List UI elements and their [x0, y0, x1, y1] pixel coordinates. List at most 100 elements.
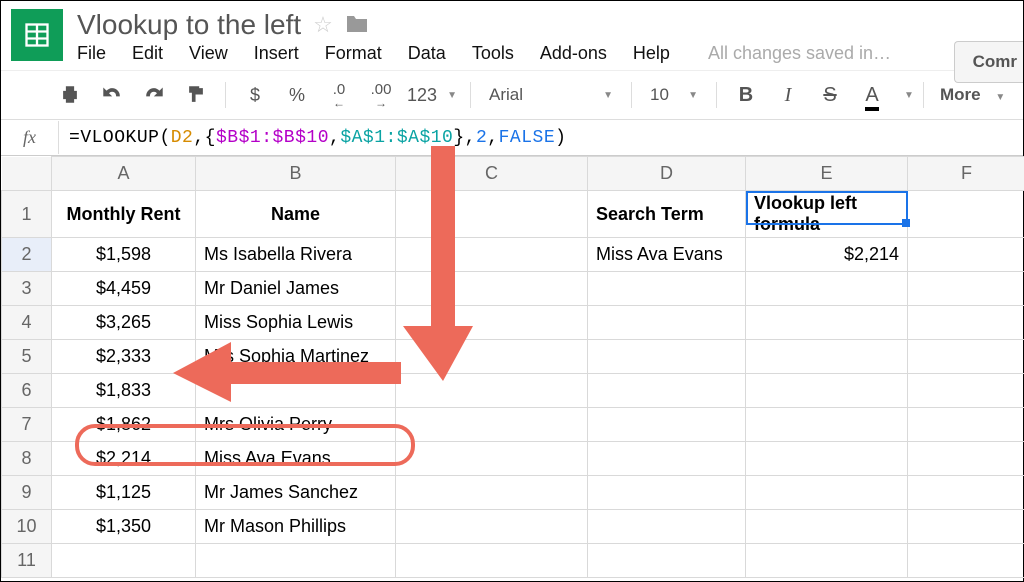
cell[interactable] — [746, 374, 908, 408]
row-header[interactable]: 7 — [2, 408, 52, 442]
cell[interactable]: Name — [196, 191, 396, 238]
menu-tools[interactable]: Tools — [472, 43, 514, 64]
menu-file[interactable]: File — [77, 43, 106, 64]
menu-data[interactable]: Data — [408, 43, 446, 64]
cell[interactable]: $2,333 — [52, 340, 196, 374]
row-header[interactable]: 2 — [2, 238, 52, 272]
menu-addons[interactable]: Add-ons — [540, 43, 607, 64]
cell[interactable] — [746, 272, 908, 306]
more-button[interactable]: More ▼ — [940, 85, 1005, 105]
increase-decimal-button[interactable]: .00→ — [362, 77, 400, 113]
cell[interactable] — [396, 272, 588, 306]
star-icon[interactable]: ☆ — [313, 12, 333, 38]
cell[interactable] — [908, 544, 1024, 578]
cell[interactable] — [908, 340, 1024, 374]
cell[interactable] — [746, 476, 908, 510]
col-header-d[interactable]: D — [588, 157, 746, 191]
cell[interactable] — [746, 306, 908, 340]
cell[interactable] — [746, 544, 908, 578]
cell[interactable] — [908, 408, 1024, 442]
menu-view[interactable]: View — [189, 43, 228, 64]
font-size-select[interactable]: 10▼ — [642, 85, 706, 105]
cell[interactable]: $1,833 — [52, 374, 196, 408]
cell[interactable]: $2,214 — [52, 442, 196, 476]
doc-title[interactable]: Vlookup to the left — [77, 9, 301, 41]
cell[interactable]: $2,214 — [746, 238, 908, 272]
strikethrough-button[interactable]: S — [811, 77, 849, 113]
paint-format-icon[interactable] — [177, 77, 215, 113]
cell[interactable]: $1,125 — [52, 476, 196, 510]
select-all-corner[interactable] — [2, 157, 52, 191]
cell[interactable] — [588, 374, 746, 408]
cell[interactable]: Miss Ava Evans — [196, 442, 396, 476]
cell[interactable] — [908, 306, 1024, 340]
row-header[interactable]: 5 — [2, 340, 52, 374]
cell[interactable] — [196, 374, 396, 408]
col-header-b[interactable]: B — [196, 157, 396, 191]
cell[interactable] — [396, 442, 588, 476]
cell[interactable] — [908, 510, 1024, 544]
row-header[interactable]: 4 — [2, 306, 52, 340]
cell[interactable] — [746, 340, 908, 374]
menu-edit[interactable]: Edit — [132, 43, 163, 64]
col-header-a[interactable]: A — [52, 157, 196, 191]
cell[interactable] — [908, 442, 1024, 476]
spreadsheet-grid[interactable]: A B C D E F 1 Monthly Rent Name Search T… — [1, 156, 1023, 578]
cell[interactable]: Search Term — [588, 191, 746, 238]
cell[interactable] — [588, 408, 746, 442]
print-icon[interactable] — [51, 77, 89, 113]
col-header-c[interactable]: C — [396, 157, 588, 191]
cell[interactable]: Mr James Sanchez — [196, 476, 396, 510]
cell[interactable]: $3,265 — [52, 306, 196, 340]
row-header[interactable]: 9 — [2, 476, 52, 510]
cell[interactable]: Mrs Sophia Martinez — [196, 340, 396, 374]
number-format-button[interactable]: 123▼ — [404, 77, 460, 113]
cell[interactable] — [746, 442, 908, 476]
cell[interactable]: Mrs Olivia Perry — [196, 408, 396, 442]
percent-button[interactable]: % — [278, 77, 316, 113]
cell[interactable] — [196, 544, 396, 578]
cell[interactable] — [396, 191, 588, 238]
cell[interactable]: Mr Daniel James — [196, 272, 396, 306]
cell[interactable] — [588, 476, 746, 510]
cell[interactable]: Vlookup left formula — [746, 191, 908, 238]
cell[interactable] — [908, 476, 1024, 510]
cell[interactable] — [908, 272, 1024, 306]
folder-icon[interactable] — [345, 9, 369, 41]
cell[interactable] — [52, 544, 196, 578]
cell[interactable] — [396, 306, 588, 340]
cell[interactable]: $4,459 — [52, 272, 196, 306]
bold-button[interactable]: B — [727, 77, 765, 113]
row-header[interactable]: 11 — [2, 544, 52, 578]
cell[interactable]: Ms Isabella Rivera — [196, 238, 396, 272]
menu-insert[interactable]: Insert — [254, 43, 299, 64]
cell[interactable] — [588, 306, 746, 340]
decrease-decimal-button[interactable]: .0← — [320, 77, 358, 113]
row-header[interactable]: 1 — [2, 191, 52, 238]
formula-input[interactable]: =VLOOKUP(D2,{$B$1:$B$10,$A$1:$A$10},2,FA… — [59, 124, 576, 152]
cell[interactable] — [588, 272, 746, 306]
cell[interactable]: Mr Mason Phillips — [196, 510, 396, 544]
cell[interactable] — [396, 238, 588, 272]
row-header[interactable]: 6 — [2, 374, 52, 408]
cell[interactable]: $1,862 — [52, 408, 196, 442]
text-color-button[interactable]: A — [853, 77, 891, 113]
cell[interactable] — [908, 238, 1024, 272]
cell[interactable] — [396, 374, 588, 408]
cell[interactable] — [588, 510, 746, 544]
cell[interactable] — [908, 191, 1024, 238]
cell[interactable] — [588, 544, 746, 578]
cell[interactable] — [396, 510, 588, 544]
redo-icon[interactable] — [135, 77, 173, 113]
menu-help[interactable]: Help — [633, 43, 670, 64]
comments-button[interactable]: Comr — [954, 41, 1023, 83]
cell[interactable] — [746, 408, 908, 442]
cell[interactable] — [588, 340, 746, 374]
cell[interactable]: Miss Ava Evans — [588, 238, 746, 272]
cell[interactable] — [396, 476, 588, 510]
sheets-logo[interactable] — [11, 9, 63, 61]
row-header[interactable]: 10 — [2, 510, 52, 544]
cell[interactable] — [588, 442, 746, 476]
cell[interactable] — [396, 544, 588, 578]
cell[interactable]: $1,598 — [52, 238, 196, 272]
